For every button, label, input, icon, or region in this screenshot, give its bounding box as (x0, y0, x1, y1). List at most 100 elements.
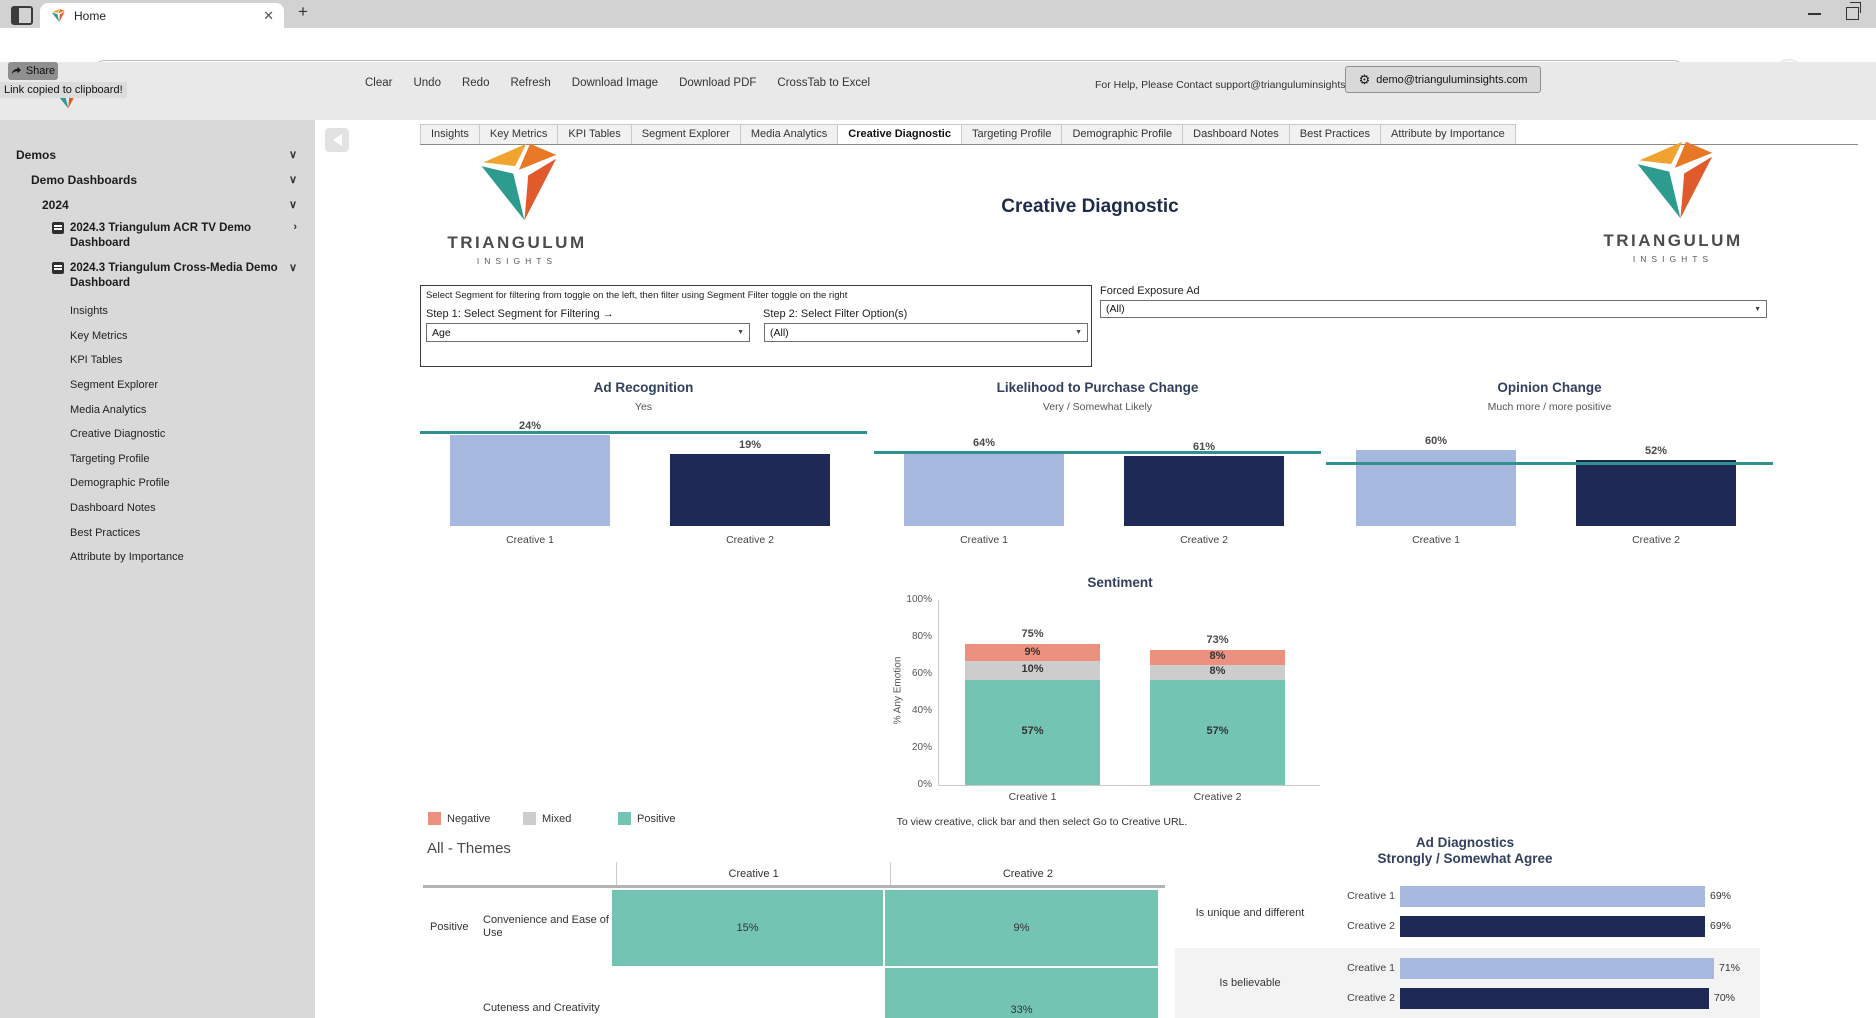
segment-value-label: 57% (1150, 725, 1285, 737)
bar-creative-2[interactable] (1400, 988, 1709, 1009)
filter-options-value: (All) (770, 327, 789, 339)
sidebar-pages: Insights Key Metrics KPI Tables Segment … (0, 299, 315, 570)
account-button[interactable]: ⚙ demo@trianguluminsights.com (1345, 66, 1541, 93)
download-pdf-button[interactable]: Download PDF (679, 77, 756, 89)
chevron-right-icon[interactable]: › (293, 221, 297, 233)
bar-creative-1[interactable] (450, 435, 610, 526)
download-image-button[interactable]: Download Image (572, 77, 658, 89)
sidebar-item-key-metrics[interactable]: Key Metrics (0, 324, 315, 349)
sidebar-item-best-practices[interactable]: Best Practices (0, 520, 315, 545)
sidebar-item-2024[interactable]: 2024 ∨ (0, 192, 315, 217)
sidebar-item-dashboard-notes[interactable]: Dashboard Notes (0, 496, 315, 521)
chevron-down-icon[interactable]: ∨ (289, 198, 297, 211)
close-tab-icon[interactable]: ✕ (263, 9, 274, 22)
favicon-triangulum-icon (50, 8, 66, 23)
bar-creative-1[interactable] (1400, 958, 1714, 979)
bar-creative-2[interactable] (1400, 916, 1705, 937)
sidebar-item-media-analytics[interactable]: Media Analytics (0, 397, 315, 422)
browser-tab-strip: Home ✕ + (0, 0, 1876, 28)
themes-table: Creative 1 Creative 2 Positive Convenien… (423, 862, 1165, 1018)
bar-creative-2[interactable] (670, 454, 830, 526)
chevron-down-icon[interactable]: ∨ (289, 261, 297, 274)
segment-value-label: 9% (965, 646, 1100, 658)
sidebar-item-demographic-profile[interactable]: Demographic Profile (0, 471, 315, 496)
bar-category-label: Creative 2 (1576, 534, 1736, 546)
segment-positive[interactable]: 57% (965, 680, 1100, 785)
sidebar-item-insights[interactable]: Insights (0, 299, 315, 324)
sidebar-item-kpi-tables[interactable]: KPI Tables (0, 348, 315, 373)
workspaces-icon[interactable] (11, 6, 33, 25)
bar-category-label: Creative 1 (1356, 534, 1516, 546)
y-tick-label: 40% (896, 705, 932, 716)
chevron-down-icon[interactable]: ∨ (289, 148, 297, 161)
gear-icon: ⚙ (1359, 73, 1371, 86)
theme-label: Convenience and Ease of Use (483, 888, 610, 966)
sidebar-item-label: Demo Dashboards (31, 173, 137, 187)
filter-instruction: Select Segment for filtering from toggle… (426, 290, 1091, 301)
theme-label: Cuteness and Creativity (483, 966, 610, 1018)
segment-mixed[interactable]: 8% (1150, 665, 1285, 680)
dashboard-book-icon (52, 262, 64, 274)
tab-dashboard-notes[interactable]: Dashboard Notes (1182, 124, 1289, 144)
sidebar-item-cross-media-dashboard[interactable]: 2024.3 Triangulum Cross-Media Demo Dashb… (0, 257, 315, 291)
share-button[interactable]: Share (8, 62, 58, 80)
forced-exposure-select[interactable]: (All) ▼ (1100, 300, 1767, 318)
segment-negative[interactable]: 8% (1150, 650, 1285, 665)
segment-positive[interactable]: 57% (1150, 680, 1285, 785)
bar-creative-2[interactable] (1576, 460, 1736, 526)
brand-logo-left: TRIANGULUM INSIGHTS (442, 140, 592, 266)
heat-cell[interactable]: 9% (883, 888, 1158, 966)
tab-attribute-by-importance[interactable]: Attribute by Importance (1380, 124, 1516, 144)
heat-cell[interactable]: 33% (883, 966, 1158, 1018)
sidebar-item-attribute-by-importance[interactable]: Attribute by Importance (0, 545, 315, 570)
filter-options-select[interactable]: (All) ▼ (764, 323, 1088, 342)
group-label: Is believable (1175, 977, 1325, 989)
chevron-down-icon[interactable]: ∨ (289, 173, 297, 186)
chart-subtitle: Strongly / Somewhat Agree (1175, 851, 1755, 866)
tab-best-practices[interactable]: Best Practices (1289, 124, 1380, 144)
browser-tab[interactable]: Home ✕ (40, 3, 284, 28)
new-tab-icon[interactable]: + (298, 2, 308, 22)
sidebar-item-acr-tv-dashboard[interactable]: 2024.3 Triangulum ACR TV Demo Dashboard … (0, 217, 315, 251)
minimize-icon[interactable] (1808, 13, 1821, 15)
tab-media-analytics[interactable]: Media Analytics (740, 124, 837, 144)
bar-value-label: 70% (1714, 992, 1735, 1004)
column-header: Creative 1 (616, 862, 889, 885)
segment-negative[interactable]: 9% (965, 644, 1100, 661)
sidebar-item-label: 2024.3 Triangulum Cross-Media Demo Dashb… (70, 261, 285, 291)
y-tick-label: 60% (896, 668, 932, 679)
tab-segment-explorer[interactable]: Segment Explorer (631, 124, 740, 144)
tab-creative-diagnostic[interactable]: Creative Diagnostic (837, 124, 961, 144)
tab-demographic-profile[interactable]: Demographic Profile (1061, 124, 1182, 144)
brand-name: TRIANGULUM (442, 233, 592, 253)
y-axis-label: % Any Emotion (893, 641, 904, 741)
restore-window-icon[interactable] (1846, 7, 1859, 20)
stacked-bar-creative-2[interactable]: 57% 8%8% (1150, 650, 1285, 785)
page-title: Creative Diagnostic (900, 196, 1280, 218)
refresh-button[interactable]: Refresh (510, 77, 550, 89)
y-axis-line (938, 600, 939, 786)
segment-mixed[interactable]: 10% (965, 661, 1100, 680)
tab-targeting-profile[interactable]: Targeting Profile (961, 124, 1062, 144)
stacked-bar-creative-1[interactable]: 57%10% 9% (965, 644, 1100, 785)
brand-tagline: INSIGHTS (1598, 254, 1748, 264)
crosstab-to-excel-button[interactable]: CrossTab to Excel (777, 77, 870, 89)
clear-button[interactable]: Clear (365, 77, 392, 89)
sidebar-item-creative-diagnostic[interactable]: Creative Diagnostic (0, 422, 315, 447)
sidebar-item-label: Demos (16, 148, 56, 162)
bar-category-label: Creative 2 (1323, 920, 1395, 932)
sidebar-item-targeting-profile[interactable]: Targeting Profile (0, 447, 315, 472)
sidebar-item-demo-dashboards[interactable]: Demo Dashboards ∨ (0, 167, 315, 192)
sidebar-collapse-button[interactable] (325, 128, 349, 152)
segment-select[interactable]: Age ▼ (426, 323, 750, 342)
bar-creative-1[interactable] (904, 452, 1064, 526)
y-tick-label: 0% (896, 779, 932, 790)
segment-value-label: 8% (1150, 665, 1285, 677)
sidebar-item-segment-explorer[interactable]: Segment Explorer (0, 373, 315, 398)
heat-cell[interactable]: 15% (610, 888, 883, 966)
bar-creative-2[interactable] (1124, 456, 1284, 526)
bar-creative-1[interactable] (1400, 886, 1705, 907)
redo-button[interactable]: Redo (462, 77, 490, 89)
sidebar-item-demos[interactable]: Demos ∨ (0, 142, 315, 167)
undo-button[interactable]: Undo (413, 77, 441, 89)
